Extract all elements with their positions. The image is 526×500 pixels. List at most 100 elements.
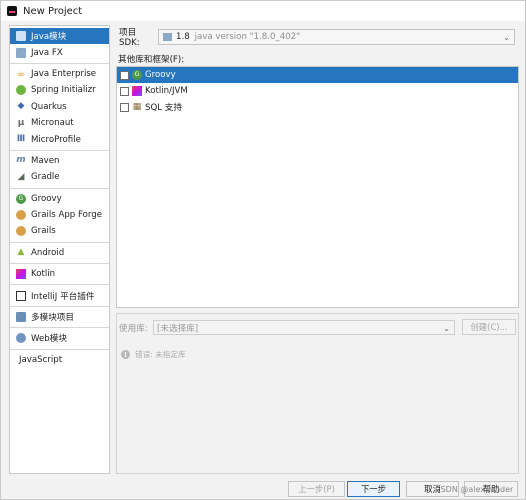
sidebar-item-label: Quarkus [31,101,67,112]
error-text: 错误: 未指定库 [135,350,186,359]
sidebar-group-enterprise: ☕ Java Enterprise Spring Initializr ◆ Qu… [10,64,109,151]
new-project-dialog: New Project Java模块 Java FX ☕ Java Enterp… [0,0,526,500]
library-checkbox[interactable] [120,102,129,112]
android-icon: ▲ [17,247,25,258]
multi-module-icon [16,312,26,323]
sidebar-item-java-enterprise[interactable]: ☕ Java Enterprise [10,66,109,82]
sidebar-item-label: Android [31,247,65,258]
cancel-button[interactable]: 取消 [406,481,459,497]
sdk-version: 1.8 [176,32,190,42]
sidebar-group-plugin: IntelliJ 平台插件 [10,285,109,307]
sidebar-item-label: MicroProfile [31,134,81,145]
library-checkbox[interactable] [120,70,129,80]
sidebar-item-label: Java Enterprise [31,68,97,79]
sidebar-item-groovy[interactable]: G Groovy [10,191,109,207]
error-icon: ! [121,350,130,359]
folder-icon [16,47,26,58]
grails-icon [16,226,26,237]
maven-icon: m [16,155,26,166]
sidebar-group-multi-module: 多模块项目 [10,307,109,329]
sdk-label: 项目 SDK: [119,28,140,48]
library-item-label: Kotlin/JVM [145,86,188,96]
sidebar-item-label: JavaScript [19,354,63,365]
kotlin-icon [132,86,142,96]
sidebar-item-grails-app-forge[interactable]: Grails App Forge [10,207,109,223]
sidebar-item-gradle[interactable]: ◢ Gradle [10,169,109,185]
gradle-icon: ◢ [17,171,25,182]
libraries-list[interactable]: G Groovy Kotlin/JVM ▦ SQL 支持 [116,66,519,308]
sidebar-group-build: m Maven ◢ Gradle [10,151,109,189]
library-item-label: Groovy [145,70,176,80]
sidebar-item-label: 多模块项目 [31,313,74,324]
sidebar-item-label: Grails [31,226,56,237]
sdk-folder-icon [163,33,172,41]
library-detail-panel [116,313,519,474]
sidebar-item-label: Java FX [31,47,63,58]
sdk-version-detail: java version "1.8.0_402" [194,32,301,42]
sidebar-item-multi-module[interactable]: 多模块项目 [10,309,109,325]
sidebar-group-web: Web模块 [10,328,109,350]
libraries-label: 其他库和框架(F): [118,55,185,65]
library-item-sql-support[interactable]: ▦ SQL 支持 [117,99,518,115]
use-library-value: [未选择库] [157,323,199,334]
sidebar-group-javascript: JavaScript [10,350,109,370]
grails-icon [16,210,26,221]
quarkus-icon: ◆ [17,101,25,112]
groovy-icon: G [16,193,26,204]
sidebar-item-label: Micronaut [31,118,74,129]
library-item-groovy[interactable]: G Groovy [117,67,518,83]
sidebar-group-groovy: G Groovy Grails App Forge Grails [10,189,109,243]
sdk-dropdown[interactable]: 1.8 java version "1.8.0_402" ⌄ [158,29,515,45]
coffee-icon: ☕ [16,67,26,79]
kotlin-icon [16,269,26,280]
sidebar-item-grails[interactable]: Grails [10,223,109,239]
sidebar-item-label: Groovy [31,193,62,204]
sql-icon: ▦ [132,101,142,112]
sidebar-item-kotlin[interactable]: Kotlin [10,266,109,282]
sidebar-item-quarkus[interactable]: ◆ Quarkus [10,99,109,115]
sidebar-group-android: ▲ Android [10,243,109,265]
use-library-label: 使用库: [119,324,148,334]
sidebar-item-label: Java模块 [31,32,67,43]
chevron-down-icon: ⌄ [503,33,510,42]
window-title: New Project [23,5,83,17]
intellij-app-icon [7,6,17,16]
sidebar-item-maven[interactable]: m Maven [10,153,109,169]
sidebar-item-javascript[interactable]: JavaScript [10,352,109,368]
project-type-list[interactable]: Java模块 Java FX ☕ Java Enterprise Spring … [9,25,110,474]
folder-icon [16,31,26,42]
sidebar-item-spring-initializr[interactable]: Spring Initializr [10,82,109,98]
sidebar-group-kotlin: Kotlin [10,264,109,286]
microprofile-icon: Ⅲ [16,134,26,145]
library-item-label: SQL 支持 [145,103,182,113]
sidebar-item-label: Web模块 [31,334,67,345]
next-button[interactable]: 下一步 [347,481,400,497]
sidebar-item-web-module[interactable]: Web模块 [10,330,109,346]
sidebar-item-java-module[interactable]: Java模块 [10,28,109,45]
help-button[interactable]: 帮助 [464,481,518,497]
library-item-kotlin-jvm[interactable]: Kotlin/JVM [117,83,518,99]
groovy-icon: G [132,70,142,80]
sidebar-item-label: Grails App Forge [31,210,102,221]
create-library-button[interactable]: 创建(C)... [462,319,516,335]
sidebar-item-label: IntelliJ 平台插件 [31,291,95,302]
sidebar-item-intellij-plugin[interactable]: IntelliJ 平台插件 [10,287,109,303]
micronaut-icon: μ [17,117,25,128]
spring-leaf-icon [16,85,26,96]
sidebar-item-java-fx[interactable]: Java FX [10,44,109,60]
sidebar-item-android[interactable]: ▲ Android [10,245,109,261]
chevron-down-icon: ⌄ [443,324,450,333]
intellij-icon [16,290,26,301]
library-checkbox[interactable] [120,86,129,96]
sidebar-item-label: Spring Initializr [31,85,96,96]
sidebar-item-label: Maven [31,155,60,166]
previous-button[interactable]: 上一步(P) [288,481,345,497]
sidebar-item-micronaut[interactable]: μ Micronaut [10,115,109,131]
web-icon [16,333,26,344]
sidebar-item-microprofile[interactable]: Ⅲ MicroProfile [10,131,109,147]
sdk-row: 项目 SDK: [119,28,159,48]
title-bar: New Project [1,1,525,21]
sidebar-item-label: Gradle [31,172,60,183]
sidebar-group-java: Java模块 Java FX [10,26,109,64]
use-library-dropdown[interactable]: [未选择库] ⌄ [153,320,455,335]
